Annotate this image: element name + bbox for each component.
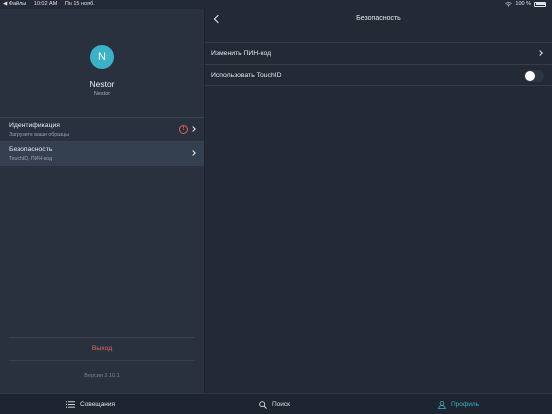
battery-percent: 100 % [515, 1, 531, 7]
back-to-app-link[interactable]: ◀ Файлы [3, 1, 26, 7]
tab-label: Совещания [80, 401, 116, 408]
page-title: Безопасность [356, 15, 401, 22]
divider [9, 337, 195, 338]
menu-item-subtitle: TouchID, ПИН-код [9, 155, 52, 162]
menu-item-security[interactable]: Безопасность TouchID, ПИН-код [0, 141, 204, 166]
chevron-right-icon [190, 126, 196, 132]
tab-bar: Совещания Поиск Профиль [0, 393, 552, 414]
list-icon [66, 401, 75, 408]
status-bar: ◀ Файлы 10:02 AM Пн 15 нояб. 100 % [0, 0, 552, 9]
chevron-right-icon [537, 50, 543, 56]
tab-profile[interactable]: Профиль [438, 394, 479, 414]
touchid-toggle[interactable] [524, 70, 544, 82]
menu-item-title: Безопасность [9, 146, 53, 153]
status-date: Пн 15 нояб. [64, 1, 95, 7]
touchid-row: Использовать TouchID [205, 64, 552, 86]
wifi-icon [505, 1, 513, 7]
profile-name: Nestor [89, 79, 115, 89]
menu-item-identification[interactable]: Идентификация Загрузите ваши образцы ! [0, 117, 204, 141]
battery-icon [534, 1, 546, 7]
change-pin-row[interactable]: Изменить ПИН-код [205, 42, 552, 64]
avatar: N [90, 45, 114, 69]
tab-label: Профиль [451, 401, 480, 408]
profile-subtitle: Nestor [93, 91, 111, 97]
person-icon [438, 400, 446, 409]
toggle-knob [525, 71, 535, 81]
row-label: Изменить ПИН-код [211, 50, 272, 57]
row-label: Использовать TouchID [211, 72, 282, 79]
menu-item-subtitle: Загрузите ваши образцы [9, 131, 69, 138]
divider [9, 360, 195, 361]
menu-item-title: Идентификация [9, 122, 60, 129]
tab-meetings[interactable]: Совещания [66, 394, 115, 414]
profile-sidebar: N Nestor Nestor Идентификация Загрузите … [0, 9, 204, 393]
logout-button[interactable]: Выход [0, 345, 204, 352]
tab-label: Поиск [272, 401, 291, 408]
chevron-right-icon [190, 150, 196, 156]
warning-icon: ! [179, 125, 188, 134]
search-icon [259, 400, 267, 409]
status-time: 10:02 AM [33, 1, 58, 7]
security-detail-pane: Безопасность Изменить ПИН-код Использова… [205, 9, 552, 393]
version-label: Версия 2.10.1 [84, 373, 120, 379]
tab-search[interactable]: Поиск [259, 394, 290, 414]
